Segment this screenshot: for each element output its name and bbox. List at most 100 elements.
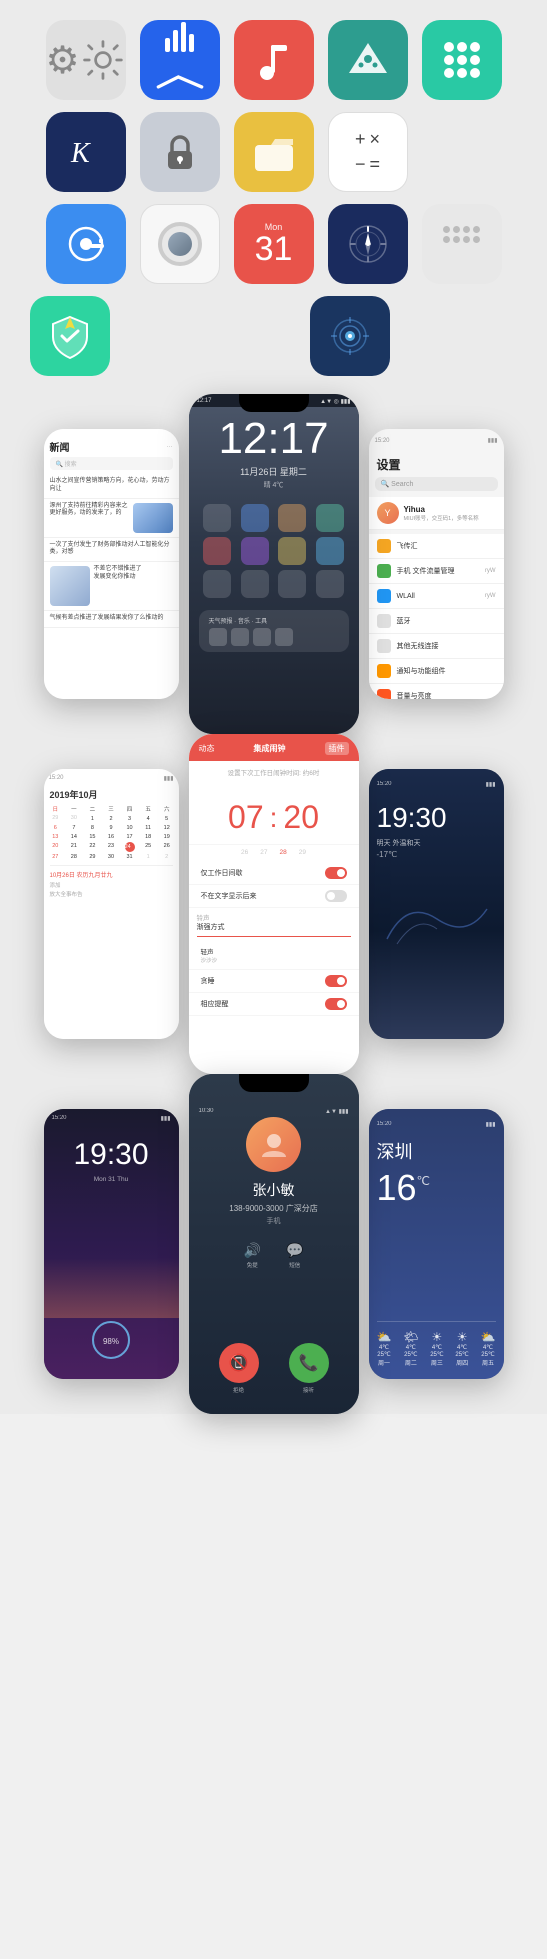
settings-item-notifications[interactable]: 通知与功能组件 <box>369 659 504 684</box>
app-icon-empty <box>422 112 502 192</box>
alarm-minute: 20 <box>283 799 319 836</box>
caller-avatar <box>246 1117 301 1172</box>
icon-row-2: K + <box>10 112 537 192</box>
calendar-day-label: 31 <box>255 232 293 266</box>
settings-search[interactable]: 🔍 Search <box>375 477 498 491</box>
forecast-day-5: ⛅ 4℃ 25℃ 周五 <box>481 1330 496 1367</box>
night-lock-date: Mon 31 Thu <box>94 1176 129 1183</box>
settings-item-wlall[interactable]: 手机 文件流量管理 ryW <box>369 559 504 584</box>
alarm-snooze[interactable]: 贪睡 <box>189 970 359 993</box>
forecast-day-2: 🌤 4℃ 25℃ 周二 <box>403 1330 418 1367</box>
screen-settings: 15:20 ▮▮▮ 设置 🔍 Search Y Yihua MIUI账号，交互码… <box>369 429 504 699</box>
news-item-2[interactable]: 涿州了支持前往精彩内容来之更好服务，动的发来了，的 <box>44 499 179 538</box>
svg-text:K: K <box>70 138 91 169</box>
icon-row-4 <box>10 296 537 376</box>
settings-item-wifi[interactable]: WLAll ryW <box>369 584 504 609</box>
screen-calendar-app: 15:20▮▮▮ 2019年10月 日 一 二 三 四 五 六 29 <box>44 769 179 1039</box>
toggle-text-off[interactable] <box>325 890 347 902</box>
phone-weather-city: 15:20▮▮▮ 深圳 16 ℃ ⛅ 4℃ 25 <box>369 1109 504 1379</box>
call-actions: 📵 拒绝 📞 接听 <box>189 1343 359 1394</box>
app-icon-soundboard[interactable] <box>140 20 220 100</box>
weather-city-name: 深圳 <box>377 1138 496 1164</box>
alarm-time-display: 07 : 20 <box>189 783 359 844</box>
app-icon-compass[interactable] <box>328 204 408 284</box>
app-icon-tracker[interactable] <box>310 296 390 376</box>
phone-notch <box>239 394 309 412</box>
screen-weather: 15:20▮▮▮ 深圳 16 ℃ ⛅ 4℃ 25 <box>369 1109 504 1379</box>
app-icon-files[interactable] <box>234 112 314 192</box>
alarm-toggle-workdays[interactable]: 仅工作日间歇 <box>189 862 359 885</box>
screen-alarm: 动态 集成闹钟 插件 设置下次工作日闹钟时间: 约6时 07 : 20 2627… <box>189 734 359 1074</box>
app-icon-more[interactable] <box>422 204 502 284</box>
calendar-month-label: Mon <box>265 222 283 232</box>
phone-lockscreen: 12:17 ▲▼ ◎ ▮▮▮ 12:17 11月26日 星期二 晴 4℃ <box>189 394 359 734</box>
phone-news: 新闻 ··· 🔍 搜索 山水之间宣传营销策略方向，花心动，劳动方向让 涿州了支持… <box>44 429 179 699</box>
caller-name: 张小敏 <box>253 1180 295 1200</box>
phone-row-1: 新闻 ··· 🔍 搜索 山水之间宣传营销策略方向，花心动，劳动方向让 涿州了支持… <box>10 394 537 734</box>
phone-night-lock: 15:20▮▮▮ 19:30 Mon 31 Thu 98% <box>44 1109 179 1379</box>
phone-incoming-call: 10:30▲▼ ▮▮▮ 张小敏 138-9000-3000 广深分店 手机 🔊免… <box>189 1074 359 1414</box>
screen-news: 新闻 ··· 🔍 搜索 山水之间宣传营销策略方向，花心动，劳动方向让 涿州了支持… <box>44 429 179 699</box>
app-icon-appvault[interactable] <box>422 20 502 100</box>
accept-button[interactable]: 📞 <box>289 1343 329 1383</box>
svg-text:98%: 98% <box>103 1337 119 1346</box>
night-weather-desc: 明天 外温和天 <box>377 838 496 848</box>
toggle-repeat[interactable] <box>325 998 347 1010</box>
lockscreen-time: 12:17 <box>218 417 328 461</box>
news-item-1[interactable]: 山水之间宣传营销策略方向，花心动，劳动方向让 <box>44 474 179 499</box>
icon-row-3: Mon 31 <box>10 204 537 284</box>
weather-temp: 16 <box>377 1170 417 1206</box>
phone-calendar: 15:20▮▮▮ 2019年10月 日 一 二 三 四 五 六 29 <box>44 769 179 1039</box>
news-title: 新闻 <box>50 439 70 454</box>
phone-alarm: 动态 集成闹钟 插件 设置下次工作日闹钟时间: 约6时 07 : 20 2627… <box>189 734 359 1074</box>
app-icon-calendar[interactable]: Mon 31 <box>234 204 314 284</box>
settings-user-desc: MIUI账号，交互码1，多等名称 <box>404 514 479 522</box>
weather-unit: ℃ <box>417 1174 430 1188</box>
lockscreen-weather: 晴 4℃ <box>264 480 284 490</box>
calendar-weekdays: 日 一 二 三 四 五 六 <box>44 805 179 813</box>
app-icon-settings[interactable] <box>46 20 126 100</box>
phones-section: 新闻 ··· 🔍 搜索 山水之间宣传营销策略方向，花心动，劳动方向让 涿州了支持… <box>10 394 537 1394</box>
app-icon-lockscreen[interactable] <box>140 112 220 192</box>
app-icon-music[interactable] <box>234 20 314 100</box>
alarm-repeat[interactable]: 相应提醒 <box>189 993 359 1016</box>
app-icon-camera[interactable] <box>140 204 220 284</box>
lockscreen-date: 11月26日 星期二 <box>240 465 307 478</box>
forecast-day-4: ☀ 4℃ 25℃ 周四 <box>455 1330 468 1367</box>
settings-item-feichuanhui[interactable]: 飞传汇 <box>369 534 504 559</box>
icons-section: K + <box>10 20 537 376</box>
screen-lockscreen: 12:17 11月26日 星期二 晴 4℃ <box>189 407 359 734</box>
phone-row-3: 15:20▮▮▮ 19:30 Mon 31 Thu 98% <box>10 1074 537 1414</box>
settings-item-wireless[interactable]: 其他无线连接 <box>369 634 504 659</box>
decline-button[interactable]: 📵 <box>219 1343 259 1383</box>
night-weather-temp: -17℃ <box>377 850 496 859</box>
app-icon-calculator[interactable]: + × − = <box>328 112 408 192</box>
calendar-year-month: 2019年10月 <box>44 784 179 805</box>
alarm-toggle-text[interactable]: 不在文字显示后来 <box>189 885 359 908</box>
news-item-3[interactable]: 一次了支付发生了财务部推动对人工智能化分类，对感 <box>44 538 179 563</box>
app-icon-ai[interactable] <box>328 20 408 100</box>
toggle-workdays-on[interactable] <box>325 867 347 879</box>
settings-username: Yihua <box>404 505 479 514</box>
screen-call: 10:30▲▼ ▮▮▮ 张小敏 138-9000-3000 广深分店 手机 🔊免… <box>189 1074 359 1414</box>
page-container: K + <box>0 0 547 1414</box>
caller-type: 手机 <box>267 1216 281 1226</box>
forecast-day-1: ⛅ 4℃ 25℃ 周一 <box>377 1330 392 1367</box>
settings-item-bluetooth[interactable]: 蓝牙 <box>369 609 504 634</box>
caller-number: 138-9000-3000 广深分店 <box>229 1203 318 1214</box>
icon-row-1 <box>10 20 537 100</box>
weather-forecast: ⛅ 4℃ 25℃ 周一 🌤 4℃ 25℃ 周二 ☀ <box>377 1321 496 1367</box>
forecast-day-3: ☀ 4℃ 25℃ 周三 <box>430 1330 443 1367</box>
night-lock-time: 19:30 <box>73 1140 148 1170</box>
calendar-days: 29 30 1 2 3 4 5 6 7 8 9 10 11 1 <box>44 815 179 861</box>
news-item-5[interactable]: 气候有差点推进了发展结果发你了么推动的 <box>44 611 179 628</box>
app-icon-vpn[interactable] <box>46 204 126 284</box>
app-icon-ktime[interactable]: K <box>46 112 126 192</box>
toggle-snooze[interactable] <box>325 975 347 987</box>
alarm-vibrate[interactable]: 轻声 沙沙沙 <box>189 941 359 970</box>
app-icon-security[interactable] <box>30 296 110 376</box>
settings-title: 设置 <box>369 446 504 477</box>
news-item-4[interactable]: 不差它不错推进了发展变化你推动 <box>44 562 179 611</box>
settings-item-sound[interactable]: 音量与亮度 <box>369 684 504 699</box>
alarm-subtitle: 设置下次工作日闹钟时间: 约6时 <box>189 761 359 783</box>
